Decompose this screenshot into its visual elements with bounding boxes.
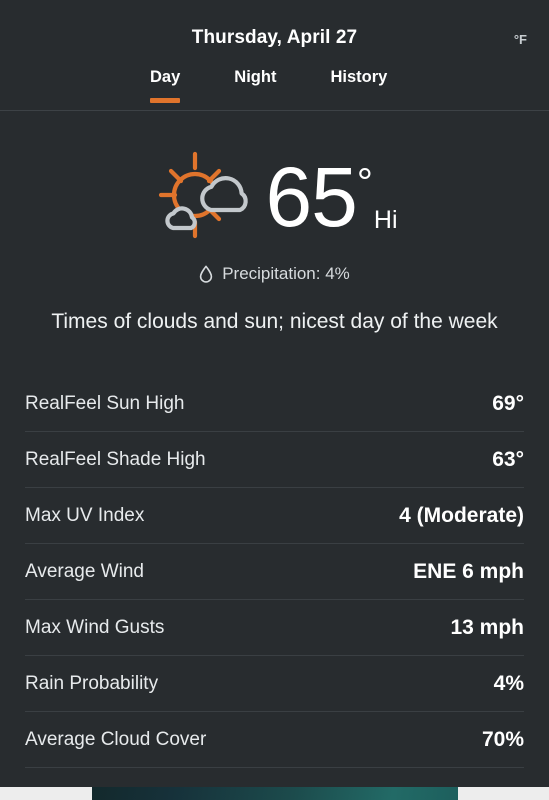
detail-value: 4 (Moderate): [399, 503, 524, 527]
temperature-display: 65 ° Hi: [265, 150, 398, 245]
temperature-unit-toggle[interactable]: °F: [510, 30, 531, 49]
degree-symbol: °: [356, 161, 373, 206]
detail-label: Max UV Index: [25, 504, 145, 526]
table-row: RealFeel Sun High 69°: [25, 376, 524, 432]
weather-app-screen: Thursday, April 27 °F Day Night History: [0, 0, 549, 800]
precipitation-text: Precipitation: 4%: [222, 264, 350, 283]
table-row: Average Cloud Cover 70%: [25, 712, 524, 768]
tab-night[interactable]: Night: [234, 68, 276, 103]
detail-label: Average Wind: [25, 560, 144, 582]
table-row: Rain Probability 4%: [25, 656, 524, 712]
detail-label: RealFeel Sun High: [25, 392, 185, 414]
forecast-phrase: Times of clouds and sun; nicest day of t…: [51, 310, 498, 333]
precipitation-summary: Precipitation: 4%: [0, 264, 549, 284]
current-conditions: 65 ° Hi: [0, 144, 549, 252]
detail-value: 69°: [492, 391, 524, 415]
detail-value: 63°: [492, 447, 524, 471]
detail-value: 13 mph: [450, 615, 524, 639]
temperature-value: 65: [265, 150, 357, 245]
detail-value: 4%: [493, 671, 524, 695]
tab-history[interactable]: History: [330, 68, 387, 103]
forecast-details-list: RealFeel Sun High 69° RealFeel Shade Hig…: [25, 376, 524, 768]
detail-label: Average Cloud Cover: [25, 728, 207, 750]
forecast-panel: Thursday, April 27 °F Day Night History: [0, 0, 549, 787]
promo-card-partial[interactable]: [92, 787, 458, 800]
table-row: Max UV Index 4 (Moderate): [25, 488, 524, 544]
table-row: Max Wind Gusts 13 mph: [25, 600, 524, 656]
detail-label: RealFeel Shade High: [25, 448, 206, 470]
forecast-tabs: Day Night History: [0, 68, 549, 103]
app-header: Thursday, April 27 °F Day Night History: [0, 0, 549, 111]
tab-day[interactable]: Day: [150, 68, 181, 103]
detail-value: ENE 6 mph: [413, 559, 524, 583]
temperature-qualifier: Hi: [373, 205, 398, 234]
detail-label: Max Wind Gusts: [25, 616, 165, 638]
table-row: Average Wind ENE 6 mph: [25, 544, 524, 600]
page-below-fold: [0, 787, 549, 800]
detail-value: 70%: [481, 727, 524, 751]
water-droplet-icon: [200, 265, 213, 283]
sun-behind-clouds-icon: [159, 151, 249, 239]
detail-label: Rain Probability: [25, 672, 159, 694]
page-title: Thursday, April 27: [191, 27, 358, 48]
table-row: RealFeel Shade High 63°: [25, 432, 524, 488]
